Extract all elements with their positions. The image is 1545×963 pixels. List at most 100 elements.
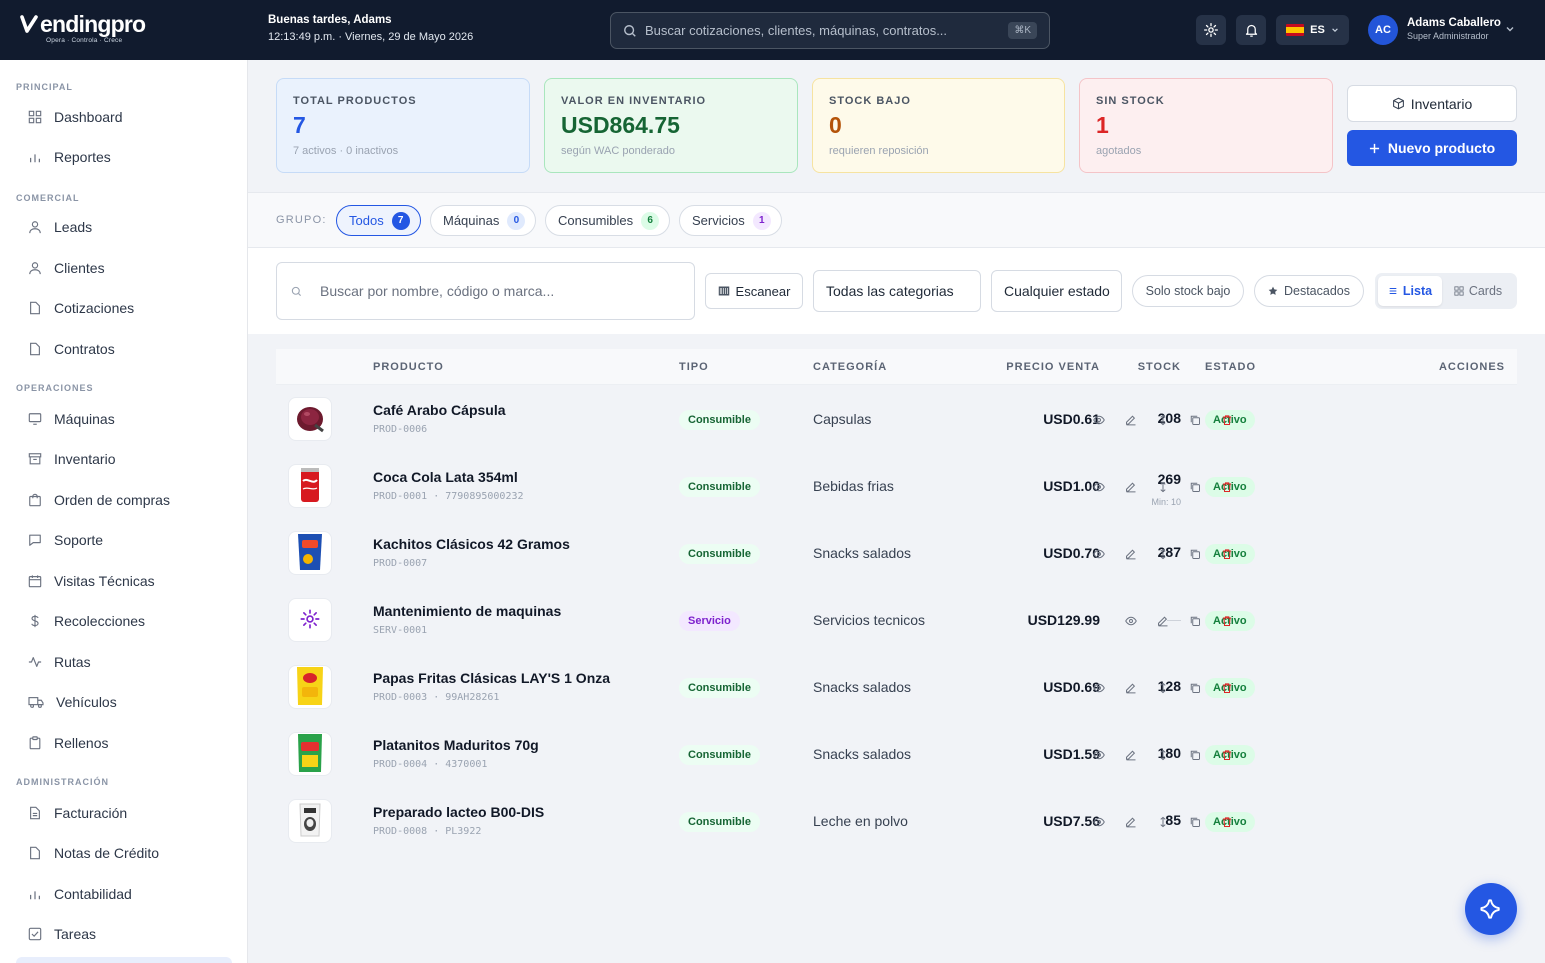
col-categoria[interactable]: CATEGORÍA <box>813 361 887 373</box>
duplicate-button[interactable] <box>1189 816 1201 828</box>
new-product-button[interactable]: Nuevo producto <box>1347 130 1517 166</box>
sidebar-item-tareas[interactable]: Tareas <box>16 917 232 951</box>
duplicate-button[interactable] <box>1189 749 1201 761</box>
edit-button[interactable] <box>1125 682 1137 694</box>
duplicate-button[interactable] <box>1189 481 1201 493</box>
table-row[interactable]: Café Arabo Cápsula PROD-0006 Consumible … <box>276 385 1517 452</box>
edit-button[interactable] <box>1157 615 1169 627</box>
view-button[interactable] <box>1093 414 1105 426</box>
adjust-stock-button[interactable] <box>1157 481 1169 493</box>
edit-button[interactable] <box>1125 548 1137 560</box>
col-tipo[interactable]: TIPO <box>679 361 709 373</box>
group-pill-maquinas[interactable]: Máquinas 0 <box>430 205 537 236</box>
adjust-stock-button[interactable] <box>1157 682 1169 694</box>
global-search[interactable]: Buscar cotizaciones, clientes, máquinas,… <box>610 12 1050 49</box>
table-row[interactable]: Platanitos Maduritos 70g PROD-0004 · 437… <box>276 720 1517 787</box>
avatar[interactable]: AC <box>1368 15 1398 45</box>
delete-button[interactable] <box>1221 481 1233 493</box>
edit-button[interactable] <box>1125 749 1137 761</box>
sidebar-item-notas-de-credito[interactable]: Notas de Crédito <box>16 836 232 870</box>
settings-button[interactable] <box>1196 15 1226 45</box>
category-select[interactable]: Todas las categorias <box>813 270 981 312</box>
sidebar-item-facturacion[interactable]: Facturación <box>16 796 232 830</box>
view-button[interactable] <box>1093 816 1105 828</box>
product-search-placeholder: Buscar por nombre, código o marca... <box>320 283 555 299</box>
adjust-stock-button[interactable] <box>1157 414 1169 426</box>
view-cards-label: Cards <box>1468 284 1503 298</box>
duplicate-button[interactable] <box>1189 615 1201 627</box>
duplicate-button[interactable] <box>1189 682 1201 694</box>
view-button[interactable] <box>1093 481 1105 493</box>
sidebar-item-rutas[interactable]: Rutas <box>16 645 232 679</box>
language-selector[interactable]: ES <box>1276 15 1349 45</box>
scan-button[interactable]: Escanear <box>705 273 803 309</box>
sidebar-item-cotizaciones[interactable]: Cotizaciones <box>16 291 232 325</box>
delete-button[interactable] <box>1221 548 1233 560</box>
product-name[interactable]: Kachitos Clásicos 42 Gramos <box>373 536 570 552</box>
brand-logo[interactable]: endingpro Opera · Controla · Crece <box>20 12 146 44</box>
edit-button[interactable] <box>1125 481 1137 493</box>
col-stock[interactable]: STOCK <box>1138 361 1181 373</box>
group-count: 1 <box>752 211 771 230</box>
chevron-down-icon[interactable] <box>1505 24 1515 34</box>
product-name[interactable]: Platanitos Maduritos 70g <box>373 737 539 753</box>
sidebar-item-vehiculos[interactable]: Vehículos <box>16 685 232 719</box>
table-row[interactable]: Papas Fritas Clásicas LAY'S 1 Onza PROD-… <box>276 653 1517 720</box>
duplicate-button[interactable] <box>1189 414 1201 426</box>
edit-button[interactable] <box>1125 816 1137 828</box>
table-row[interactable]: Preparado lacteo B00-DIS PROD-0008 · PL3… <box>276 787 1517 854</box>
status-select[interactable]: Cualquier estado <box>991 270 1122 312</box>
view-button[interactable] <box>1093 749 1105 761</box>
product-name[interactable]: Café Arabo Cápsula <box>373 402 506 418</box>
adjust-stock-button[interactable] <box>1157 749 1169 761</box>
sidebar-item-visitas-tecnicas[interactable]: Visitas Técnicas <box>16 564 232 598</box>
user-menu[interactable]: Adams Caballero Super Administrador <box>1407 17 1501 41</box>
adjust-stock-button[interactable] <box>1157 816 1169 828</box>
sidebar-item-orden-de-compras[interactable]: Orden de compras <box>16 483 232 517</box>
delete-button[interactable] <box>1221 816 1233 828</box>
delete-button[interactable] <box>1221 749 1233 761</box>
product-name[interactable]: Mantenimiento de maquinas <box>373 603 561 619</box>
delete-button[interactable] <box>1221 615 1233 627</box>
ai-assistant-button[interactable] <box>1465 883 1517 935</box>
view-button[interactable] <box>1125 615 1137 627</box>
view-list-button[interactable]: Lista <box>1378 276 1442 306</box>
product-name[interactable]: Coca Cola Lata 354ml <box>373 469 518 485</box>
view-button[interactable] <box>1093 682 1105 694</box>
product-name[interactable]: Preparado lacteo B00-DIS <box>373 804 544 820</box>
inventario-button[interactable]: Inventario <box>1347 85 1517 122</box>
col-precio[interactable]: PRECIO VENTA <box>1006 361 1100 373</box>
sidebar-item-rellenos[interactable]: Rellenos <box>16 726 232 760</box>
sidebar-item-clientes[interactable]: Clientes <box>16 251 232 285</box>
table-row[interactable]: Mantenimiento de maquinas SERV-0001 Serv… <box>276 586 1517 653</box>
sidebar-item-recolecciones[interactable]: Recolecciones <box>16 604 232 638</box>
group-pill-todos[interactable]: Todos 7 <box>336 205 421 236</box>
sidebar-item-dashboard[interactable]: Dashboard <box>16 100 232 134</box>
sidebar-item-inventario[interactable]: Inventario <box>16 442 232 476</box>
table-row[interactable]: Kachitos Clásicos 42 Gramos PROD-0007 Co… <box>276 519 1517 586</box>
col-producto[interactable]: PRODUCTO <box>373 361 444 373</box>
edit-button[interactable] <box>1125 414 1137 426</box>
duplicate-button[interactable] <box>1189 548 1201 560</box>
sidebar-item-contabilidad[interactable]: Contabilidad <box>16 877 232 911</box>
table-row[interactable]: Coca Cola Lata 354ml PROD-0001 · 7790895… <box>276 452 1517 519</box>
group-pill-consumibles[interactable]: Consumibles 6 <box>545 205 671 236</box>
notifications-button[interactable] <box>1236 15 1266 45</box>
col-estado[interactable]: ESTADO <box>1205 361 1256 373</box>
product-thumbnail <box>288 598 332 642</box>
group-pill-servicios[interactable]: Servicios 1 <box>679 205 782 236</box>
featured-toggle[interactable]: Destacados <box>1254 275 1364 307</box>
sidebar-item-contratos[interactable]: Contratos <box>16 332 232 366</box>
view-button[interactable] <box>1093 548 1105 560</box>
view-cards-button[interactable]: Cards <box>1442 276 1514 306</box>
delete-button[interactable] <box>1221 414 1233 426</box>
low-stock-toggle[interactable]: Solo stock bajo <box>1132 275 1244 307</box>
product-search-input[interactable]: Buscar por nombre, código o marca... <box>276 262 695 320</box>
sidebar-item-soporte[interactable]: Soporte <box>16 523 232 557</box>
adjust-stock-button[interactable] <box>1157 548 1169 560</box>
sidebar-item-maquinas[interactable]: Máquinas <box>16 402 232 436</box>
product-name[interactable]: Papas Fritas Clásicas LAY'S 1 Onza <box>373 670 610 686</box>
delete-button[interactable] <box>1221 682 1233 694</box>
sidebar-item-leads[interactable]: Leads <box>16 210 232 244</box>
sidebar-item-reportes[interactable]: Reportes <box>16 140 232 174</box>
